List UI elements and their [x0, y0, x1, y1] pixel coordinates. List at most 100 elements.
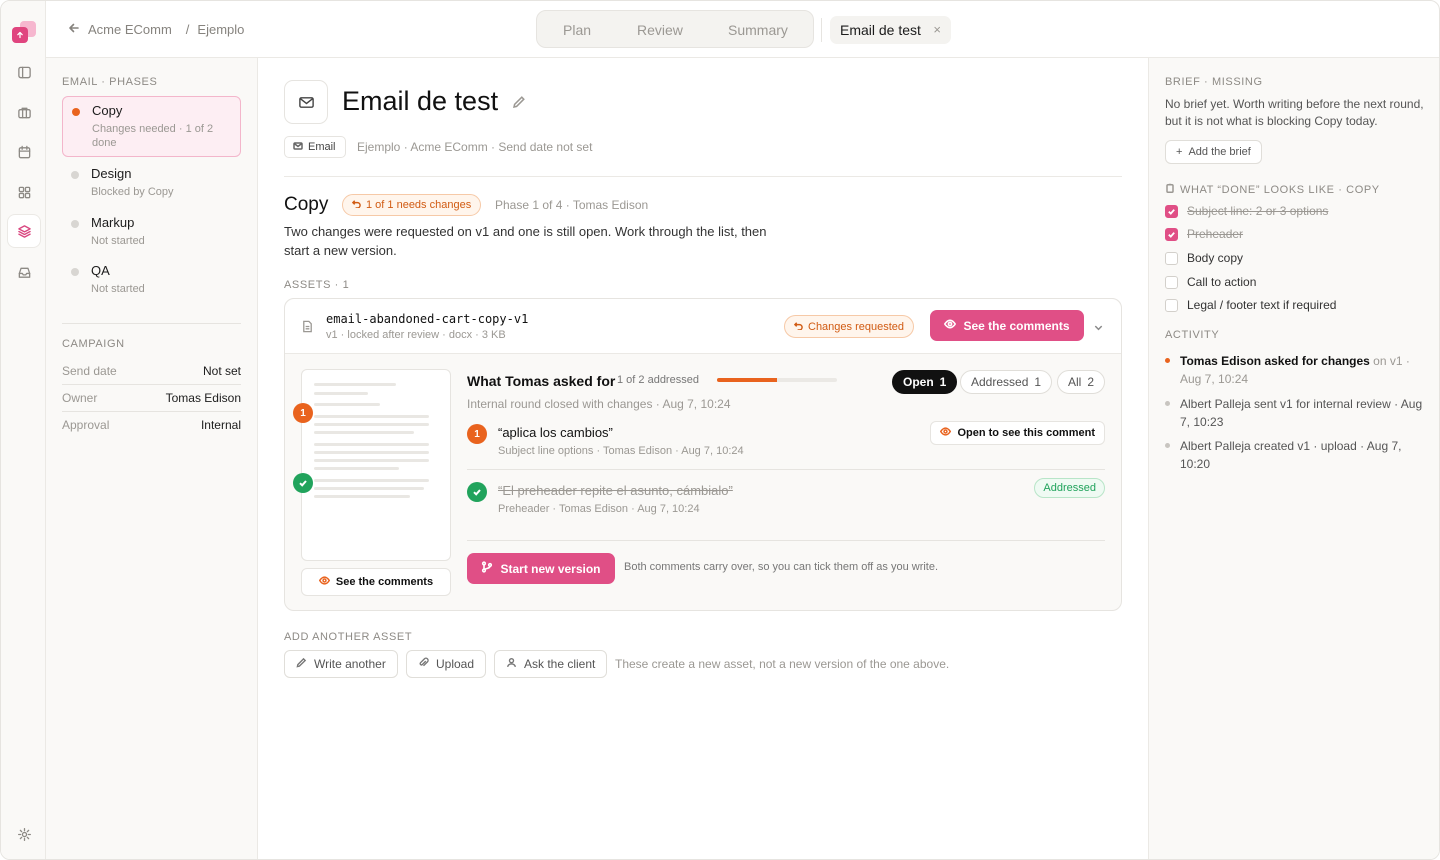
edit-title-pencil-icon[interactable] [512, 95, 526, 112]
activity-item: Tomas Edison asked for changes on v1 · A… [1165, 352, 1430, 388]
tab-summary[interactable]: Summary [728, 22, 788, 38]
checkbox[interactable] [1165, 251, 1178, 265]
document-tab-label: Email de test [840, 22, 921, 38]
app-window: Acme EComm / Ejemplo Plan Review Summary… [0, 0, 1440, 860]
close-icon[interactable]: × [933, 16, 941, 44]
field-value: Tomas Edison [165, 391, 241, 405]
ask-client-button[interactable]: Ask the client [494, 650, 608, 678]
status-dot [71, 220, 79, 228]
settings-icon[interactable] [8, 818, 40, 850]
filter-label: All [1068, 375, 1082, 389]
icon-rail [1, 1, 46, 859]
comment-meta: Subject line options · Tomas Edison · Au… [498, 445, 744, 457]
divider [62, 323, 241, 324]
open-document-tab[interactable]: Email de test × [830, 16, 951, 44]
phase-meta: Phase 1 of 4 · Tomas Edison [495, 198, 649, 212]
breadcrumb-back-link[interactable]: Acme EComm [88, 22, 172, 37]
filter-label: Addressed [971, 375, 1029, 389]
checkbox[interactable] [1165, 298, 1178, 312]
details-sidebar: BRIEF · MISSING No brief yet. Worth writ… [1148, 58, 1439, 859]
activity-item: Albert Palleja sent v1 for internal revi… [1165, 395, 1430, 431]
branch-icon [481, 561, 493, 576]
field-label: Approval [62, 418, 110, 432]
phase-title: Copy [284, 194, 329, 215]
upload-button[interactable]: Upload [406, 650, 487, 678]
main-content: Email de test Email Ejemplo · Acme EComm… [259, 58, 1148, 859]
briefcase-icon[interactable] [8, 96, 40, 128]
write-another-button[interactable]: Write another [284, 650, 398, 678]
assets-heading: ASSETS · 1 [284, 279, 350, 291]
filter-addressed[interactable]: Addressed 1 [960, 370, 1053, 394]
eye-icon [940, 426, 952, 440]
checklist-item[interactable]: Preheader [1165, 227, 1243, 241]
return-arrow-icon [351, 199, 361, 211]
addressed-badge: Addressed [1034, 478, 1105, 498]
tab-plan[interactable]: Plan [563, 22, 591, 38]
activity-text: Albert Palleja sent v1 for internal revi… [1180, 397, 1423, 429]
checklist-label: Preheader [1187, 227, 1244, 241]
upload-logo-icon[interactable] [12, 21, 36, 45]
divider [467, 469, 1105, 470]
top-bar: Acme EComm / Ejemplo Plan Review Summary… [46, 1, 1439, 58]
phase-item-design[interactable]: Design Blocked by Copy [62, 160, 241, 204]
document-icon [301, 320, 314, 336]
changes-requested-badge: Changes requested [784, 315, 915, 338]
page-meta: Ejemplo · Acme EComm · Send date not set [357, 140, 593, 154]
asset-header: email-abandoned-cart-copy-v1 v1 · locked… [285, 299, 1121, 354]
checklist-item[interactable]: Subject line: 2 or 3 options [1165, 204, 1328, 218]
field-value: Internal [200, 418, 241, 432]
checklist-label: Call to action [1187, 275, 1257, 289]
checkbox-checked[interactable] [1165, 204, 1178, 218]
phase-name: Markup [91, 215, 135, 230]
phase-item-qa[interactable]: QA Not started [62, 257, 241, 301]
add-brief-button[interactable]: + Add the brief [1165, 140, 1262, 164]
field-label: Owner [62, 391, 98, 405]
comment-marker[interactable]: 1 [293, 403, 313, 423]
field-value: Not set [202, 364, 241, 378]
phase-item-markup[interactable]: Markup Not started [62, 209, 241, 253]
checklist-item[interactable]: Legal / footer text if required [1165, 298, 1336, 312]
document-thumbnail[interactable] [301, 369, 451, 561]
add-asset-note: These create a new asset, not a new vers… [615, 657, 950, 671]
thumbnail-see-comments-button[interactable]: See the comments [301, 568, 451, 596]
sidebar-toggle-icon[interactable] [8, 56, 40, 88]
addressed-progress-bar [717, 378, 837, 382]
layers-icon[interactable] [8, 215, 40, 247]
clipboard-icon [1165, 183, 1175, 196]
back-arrow-icon[interactable] [68, 22, 80, 37]
checklist-item[interactable]: Call to action [1165, 275, 1256, 289]
phase-item-copy[interactable]: Copy Changes needed · 1 of 2 done [62, 96, 241, 157]
addressed-check-icon [467, 482, 487, 502]
checklist-item[interactable]: Body copy [1165, 251, 1243, 265]
inbox-icon[interactable] [8, 256, 40, 288]
review-title: What Tomas asked for [467, 373, 616, 389]
campaign-owner: Owner Tomas Edison [62, 391, 241, 405]
activity-actor: Tomas Edison asked for changes [1180, 354, 1370, 368]
user-icon [506, 657, 517, 671]
tab-review[interactable]: Review [637, 22, 683, 38]
filter-all[interactable]: All 2 [1057, 370, 1106, 394]
divider [467, 540, 1105, 541]
open-comment-button[interactable]: Open to see this comment [930, 421, 1105, 445]
comment-item[interactable]: “El preheader repite el asunto, cámbialo… [467, 478, 1105, 523]
comment-item[interactable]: 1 “aplica los cambios” Subject line opti… [467, 421, 1105, 465]
grid-icon[interactable] [8, 176, 40, 208]
asset-meta: v1 · locked after review · docx · 3 KB [326, 329, 506, 341]
filter-open[interactable]: Open 1 [892, 370, 958, 394]
addressed-check-icon[interactable] [293, 473, 313, 493]
button-label: Write another [314, 657, 386, 671]
breadcrumb-current[interactable]: Ejemplo [197, 22, 244, 37]
phase-status: Not started [91, 235, 145, 247]
button-label: Open to see this comment [957, 427, 1095, 439]
calendar-icon[interactable] [8, 136, 40, 168]
see-comments-button[interactable]: See the comments [930, 310, 1084, 341]
activity-heading: ACTIVITY [1165, 329, 1219, 341]
start-new-version-button[interactable]: Start new version [467, 553, 615, 584]
checkbox[interactable] [1165, 275, 1178, 289]
heading-label: ACTIVITY [1165, 329, 1220, 341]
asset-file-name[interactable]: email-abandoned-cart-copy-v1 [326, 312, 528, 326]
phase-status: Changes needed · 1 of 2 done [92, 123, 214, 149]
phase-name: Design [91, 166, 132, 181]
chevron-down-icon[interactable] [1093, 321, 1104, 336]
checkbox-checked[interactable] [1165, 227, 1178, 241]
